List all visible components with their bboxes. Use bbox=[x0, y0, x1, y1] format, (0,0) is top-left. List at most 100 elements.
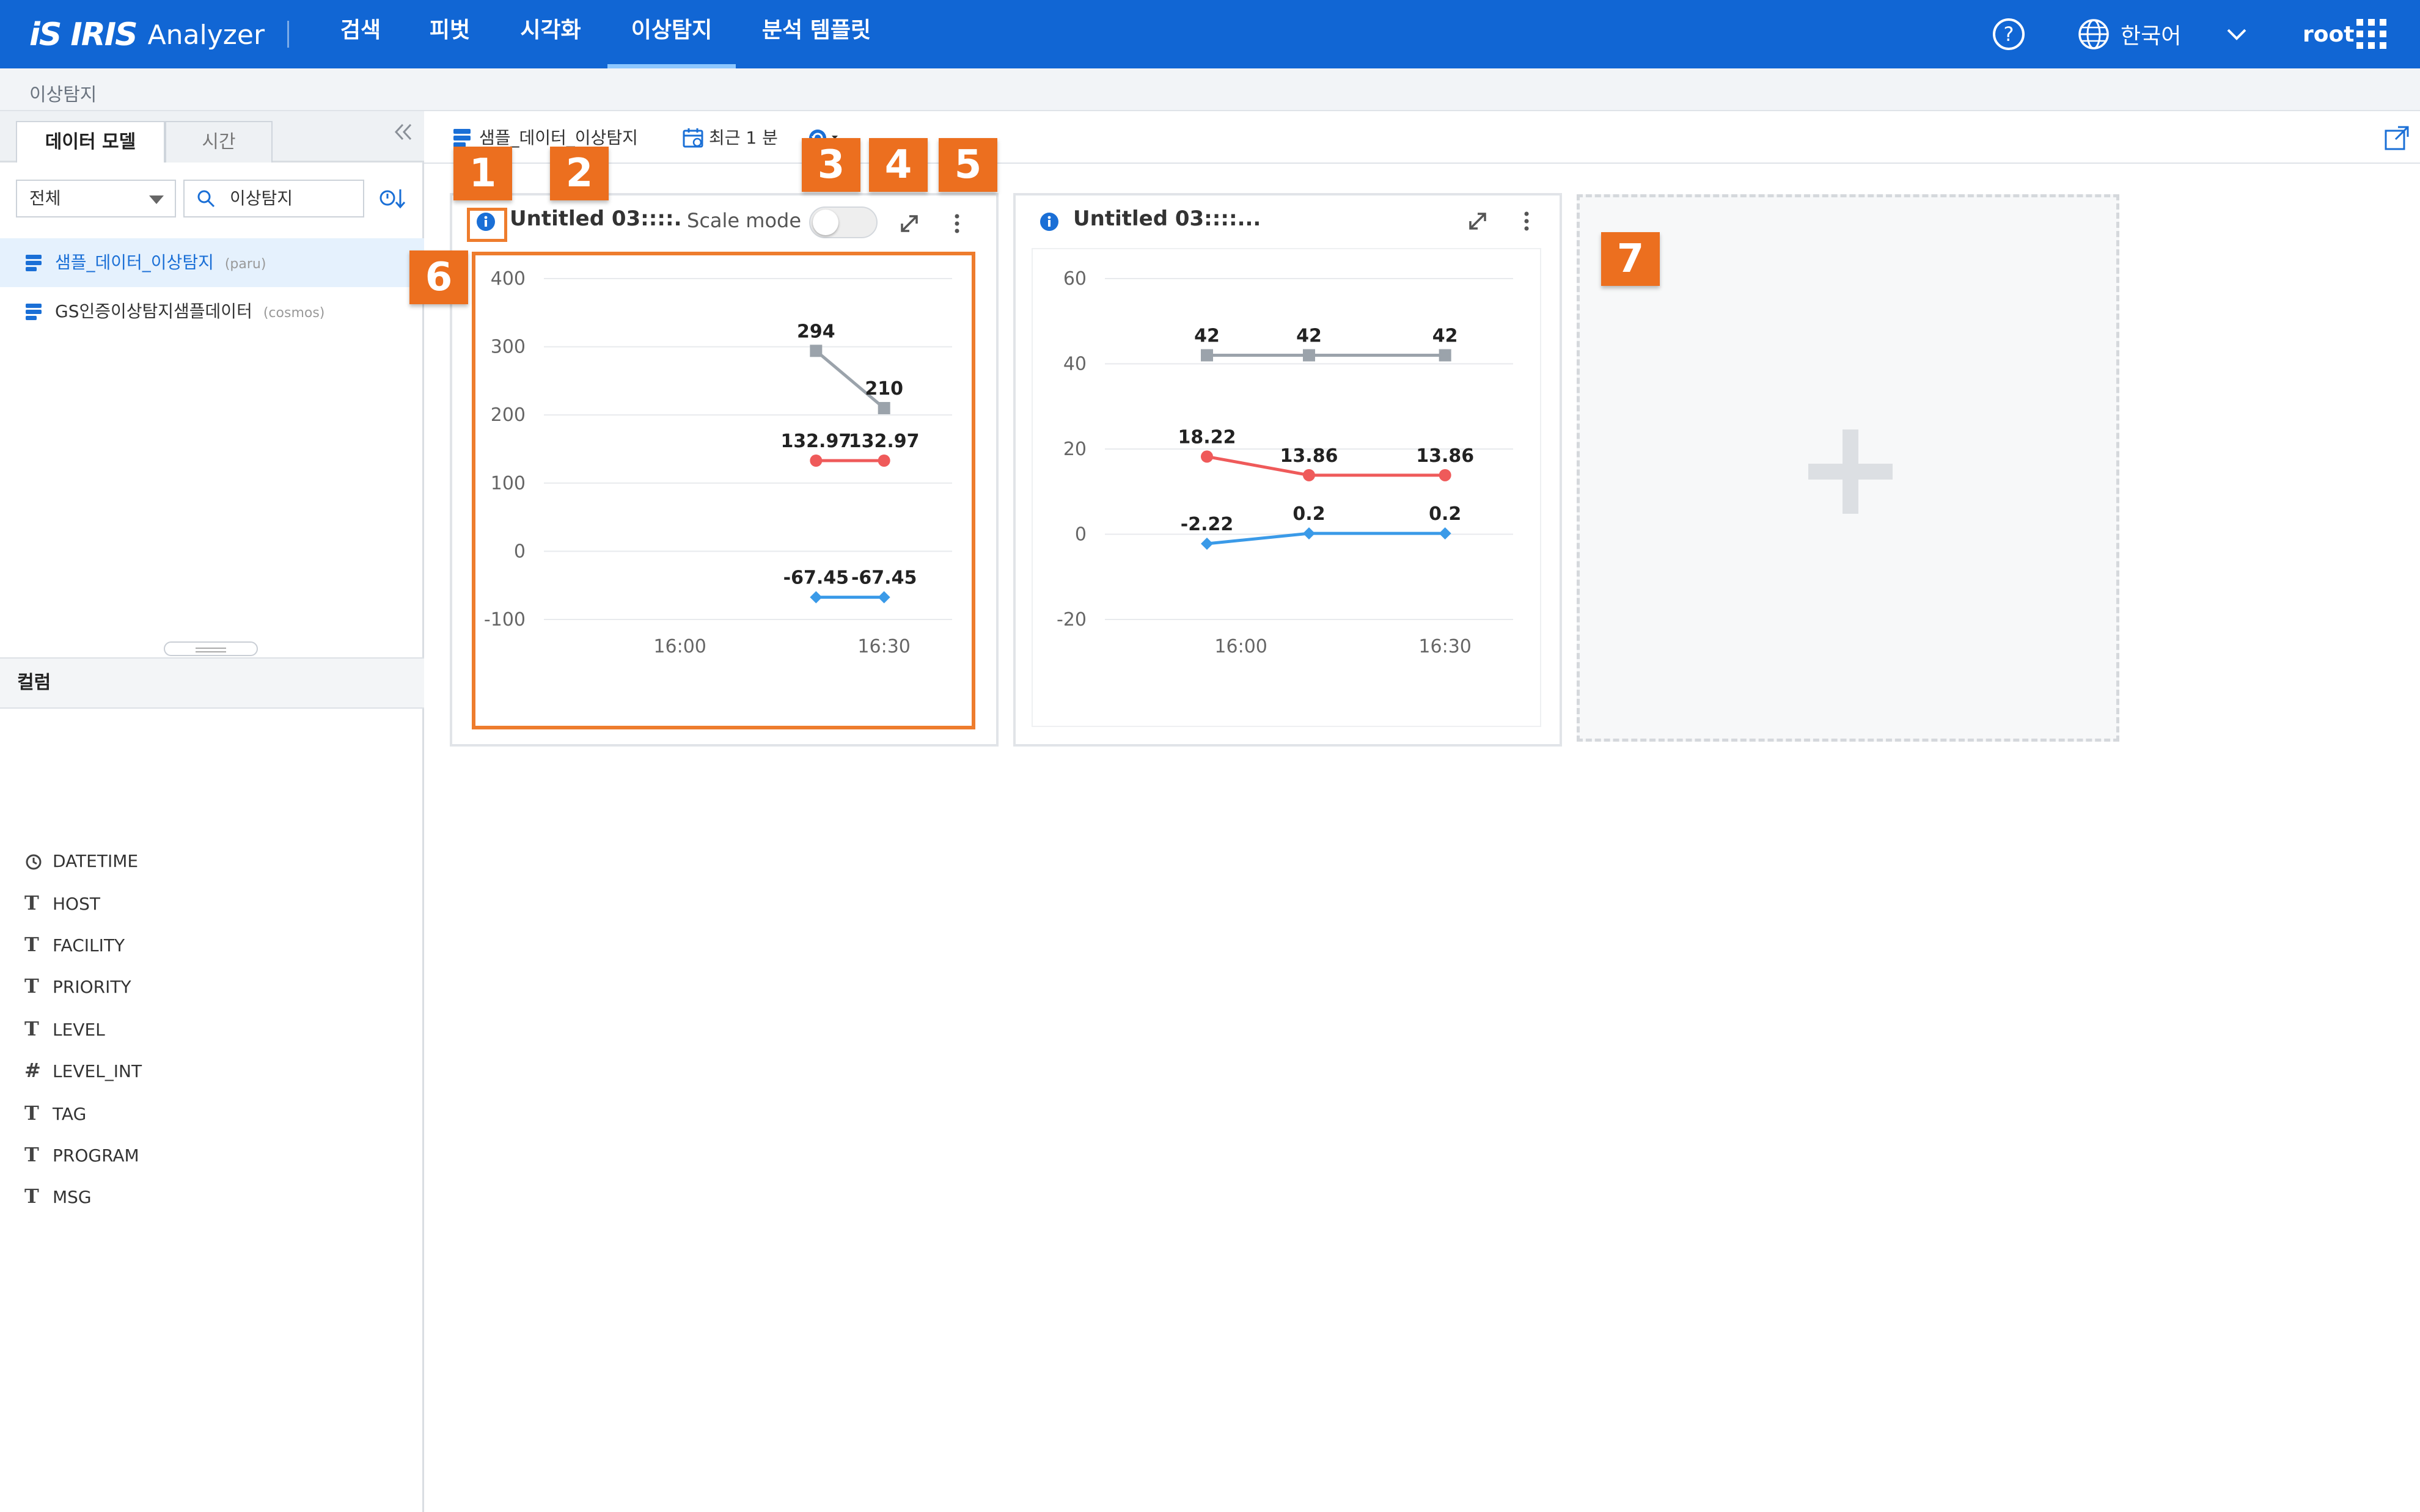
more-vertical-icon[interactable] bbox=[945, 211, 969, 236]
popout-icon[interactable] bbox=[2383, 125, 2410, 152]
expand-icon[interactable] bbox=[897, 211, 922, 236]
database-icon bbox=[453, 129, 471, 147]
text-type-icon: T bbox=[24, 1017, 39, 1040]
y-tick-label: 300 bbox=[491, 337, 526, 358]
y-tick-label: 0 bbox=[514, 541, 526, 562]
series-line bbox=[1206, 531, 1445, 546]
time-range-button[interactable]: 최근 1 분 bbox=[709, 125, 778, 152]
x-tick-label: 16:30 bbox=[857, 636, 910, 657]
data-label: 13.86 bbox=[1416, 445, 1474, 467]
y-tick-label: 20 bbox=[1063, 439, 1087, 460]
nav-analysis-template[interactable]: 분석 템플릿 bbox=[755, 0, 878, 68]
model-search-input[interactable]: 이상탐지 bbox=[183, 180, 364, 217]
data-label: 0.2 bbox=[1292, 503, 1325, 525]
nav-visualization[interactable]: 시각화 bbox=[511, 0, 590, 68]
column-name: PROGRAM bbox=[53, 1145, 139, 1166]
column-item[interactable]: T MSG bbox=[24, 1178, 92, 1214]
model-item[interactable]: 샘플_데이터_이상탐지 (paru) bbox=[0, 238, 424, 287]
data-point-square bbox=[1439, 349, 1451, 362]
column-item[interactable]: # LEVEL_INT bbox=[24, 1052, 142, 1089]
column-name: HOST bbox=[53, 894, 100, 914]
panel-resize-handle[interactable] bbox=[164, 641, 258, 656]
data-point-circle bbox=[1439, 469, 1451, 481]
left-tabs: 데이터 모델 시간 bbox=[0, 111, 424, 163]
column-name: DATETIME bbox=[53, 851, 139, 871]
column-item[interactable]: DATETIME bbox=[24, 842, 138, 878]
help-button[interactable]: ? bbox=[1991, 0, 2026, 68]
text-type-icon: T bbox=[24, 891, 39, 915]
y-tick-label: 0 bbox=[1075, 524, 1087, 546]
double-chevron-left-icon bbox=[394, 123, 412, 141]
chevron-down-icon bbox=[2227, 29, 2246, 40]
caret-down-icon bbox=[149, 195, 164, 204]
expand-icon[interactable] bbox=[1465, 209, 1490, 233]
data-point-diamond bbox=[1201, 537, 1213, 550]
number-type-icon: # bbox=[24, 1059, 41, 1082]
data-label: -67.45 bbox=[851, 568, 917, 589]
text-type-icon: T bbox=[24, 1101, 39, 1125]
column-item[interactable]: T LEVEL bbox=[24, 1010, 105, 1047]
model-filter-select[interactable]: 전체 bbox=[16, 180, 176, 217]
model-name: GS인증이상탐지샘플데이터 bbox=[55, 301, 252, 321]
language-label: 한국어 bbox=[2121, 24, 2182, 49]
column-item[interactable]: T FACILITY bbox=[24, 926, 125, 963]
column-item[interactable]: T PROGRAM bbox=[24, 1136, 139, 1173]
info-icon[interactable] bbox=[1039, 211, 1060, 232]
scale-mode-toggle[interactable] bbox=[809, 206, 878, 238]
column-name: PRIORITY bbox=[53, 977, 131, 997]
data-label: 42 bbox=[1432, 326, 1458, 347]
panel-title[interactable]: Untitled 03::::... bbox=[1073, 206, 1261, 231]
tab-time[interactable]: 시간 bbox=[165, 121, 273, 163]
tab-data-model[interactable]: 데이터 모델 bbox=[16, 121, 165, 163]
data-label: 42 bbox=[1296, 326, 1322, 347]
column-name: FACILITY bbox=[53, 935, 125, 955]
y-tick-label: -100 bbox=[484, 609, 526, 630]
model-item[interactable]: GS인증이상탐지샘플데이터 (cosmos) bbox=[0, 287, 424, 336]
column-name: TAG bbox=[53, 1104, 87, 1124]
collapse-panel-button[interactable] bbox=[392, 121, 414, 148]
column-name: LEVEL bbox=[53, 1020, 105, 1040]
data-label: 18.22 bbox=[1178, 426, 1236, 448]
scale-mode-label: Scale mode bbox=[687, 209, 802, 232]
data-label: 294 bbox=[797, 321, 835, 342]
top-navbar: iS IRIS Analyzer 검색 피벗 시각화 이상탐지 분석 템플릿 ?… bbox=[0, 0, 2420, 68]
data-point-square bbox=[1201, 349, 1213, 362]
panel-title[interactable]: Untitled 03::::. bbox=[510, 206, 681, 231]
globe-icon bbox=[2078, 19, 2109, 49]
x-tick-label: 16:30 bbox=[1418, 636, 1471, 657]
user-menu[interactable]: root bbox=[2303, 0, 2354, 68]
language-selector[interactable]: 한국어 bbox=[2077, 0, 2181, 68]
app-logo[interactable]: iS IRIS Analyzer bbox=[29, 13, 265, 56]
more-vertical-icon[interactable] bbox=[1514, 209, 1539, 233]
model-owner: (cosmos) bbox=[263, 305, 325, 321]
app-launcher-button[interactable] bbox=[2355, 0, 2388, 68]
callout-badge: 4 bbox=[869, 138, 928, 192]
sort-icon[interactable] bbox=[379, 186, 407, 211]
text-type-icon: T bbox=[24, 933, 39, 956]
column-item[interactable]: T PRIORITY bbox=[24, 968, 131, 1004]
y-tick-label: 200 bbox=[491, 404, 526, 426]
svg-text:?: ? bbox=[2004, 23, 2014, 46]
column-item[interactable]: T TAG bbox=[24, 1095, 86, 1131]
language-dropdown-caret[interactable] bbox=[2224, 0, 2249, 68]
grid-apps-icon bbox=[2356, 19, 2386, 49]
text-type-icon: T bbox=[24, 1143, 39, 1166]
plus-icon bbox=[1808, 429, 1893, 514]
data-point-circle bbox=[1303, 469, 1315, 481]
column-name: MSG bbox=[53, 1187, 92, 1207]
callout-badge: 6 bbox=[409, 250, 468, 304]
column-item[interactable]: T HOST bbox=[24, 885, 100, 921]
clock-icon bbox=[24, 842, 53, 878]
text-type-icon: T bbox=[24, 974, 39, 998]
search-icon bbox=[197, 190, 215, 208]
nav-pivot[interactable]: 피벗 bbox=[419, 0, 480, 68]
line-chart-1: 400 300 200 100 0 -100 16:00 16:30 294 210 132.971… bbox=[484, 268, 952, 657]
nav-search[interactable]: 검색 bbox=[330, 0, 391, 68]
data-label: 132.97 bbox=[780, 431, 851, 452]
data-label: 132.97 bbox=[849, 431, 920, 452]
data-point-square bbox=[878, 402, 890, 415]
logo-mark: iS IRIS bbox=[29, 16, 138, 53]
info-icon-highlight bbox=[467, 208, 507, 242]
nav-anomaly-detection[interactable]: 이상탐지 bbox=[607, 0, 736, 68]
x-tick-label: 16:00 bbox=[1214, 636, 1267, 657]
